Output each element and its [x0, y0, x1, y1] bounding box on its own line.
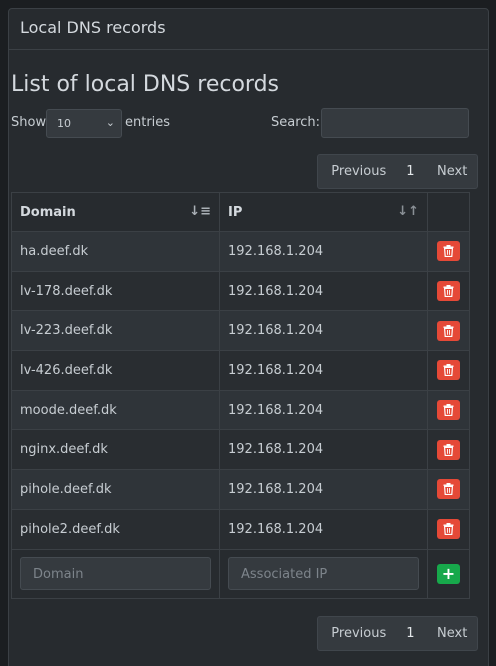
add-record-button[interactable]: +	[437, 563, 460, 584]
sort-icon: ↓↑	[397, 204, 419, 219]
previous-page-button[interactable]: Previous	[318, 626, 394, 641]
actions-cell	[427, 310, 470, 352]
add-record-row: Domain Associated IP +	[11, 548, 470, 599]
panel-title: Local DNS records	[9, 9, 488, 50]
dns-records-table: Domain ↓≡ IP ↓↑ ha.deef.dk 192.168.1.204 l…	[11, 192, 470, 599]
ip-cell: 192.168.1.204	[219, 270, 428, 312]
ip-cell: 192.168.1.204	[219, 310, 428, 352]
show-label: Show	[11, 115, 47, 130]
ip-cell: 192.168.1.204	[219, 231, 428, 272]
delete-record-button[interactable]	[437, 281, 460, 302]
column-header-domain[interactable]: Domain ↓≡	[11, 192, 220, 232]
column-header-ip[interactable]: IP ↓↑	[219, 192, 428, 232]
actions-cell	[427, 350, 470, 391]
page-1-button[interactable]: 1	[394, 626, 428, 641]
next-page-button[interactable]: Next	[427, 626, 477, 641]
trash-icon-svg	[443, 324, 454, 337]
table-row: pihole.deef.dk 192.168.1.204	[11, 469, 470, 510]
column-header-domain-label: Domain	[20, 204, 76, 220]
delete-record-button[interactable]	[437, 519, 460, 540]
delete-record-button[interactable]	[437, 479, 460, 500]
actions-cell	[427, 231, 470, 272]
page-length-select[interactable]: 10 ⌄	[46, 109, 122, 138]
actions-cell	[427, 429, 470, 471]
delete-record-button[interactable]	[437, 241, 460, 262]
entries-label: entries	[125, 115, 171, 130]
page-length-value: 10	[57, 117, 71, 130]
search-input[interactable]	[321, 108, 469, 138]
ip-input[interactable]: Associated IP	[228, 557, 419, 590]
trash-icon-svg	[443, 523, 454, 536]
table-row: nginx.deef.dk 192.168.1.204	[11, 429, 470, 471]
trash-icon-svg	[443, 443, 454, 456]
ip-cell: 192.168.1.204	[219, 429, 428, 471]
actions-cell	[427, 508, 470, 550]
domain-cell: moode.deef.dk	[11, 389, 220, 431]
actions-cell	[427, 270, 470, 312]
sort-ascending-icon: ↓≡	[189, 204, 211, 219]
table-row: moode.deef.dk 192.168.1.204	[11, 389, 470, 431]
search-label: Search:	[271, 115, 321, 130]
domain-cell: lv-178.deef.dk	[11, 270, 220, 312]
trash-icon-svg	[443, 285, 454, 298]
delete-record-button[interactable]	[437, 439, 460, 460]
delete-record-button[interactable]	[437, 320, 460, 341]
actions-cell	[427, 389, 470, 431]
table-row: ha.deef.dk 192.168.1.204	[11, 231, 470, 272]
table-row: lv-223.deef.dk 192.168.1.204	[11, 310, 470, 352]
trash-icon-svg	[443, 483, 454, 496]
pagination-top: Previous 1 Next	[317, 154, 478, 189]
ip-cell: 192.168.1.204	[219, 508, 428, 550]
pagination-bottom: Previous 1 Next	[317, 616, 478, 651]
delete-record-button[interactable]	[437, 400, 460, 421]
domain-cell: pihole.deef.dk	[11, 469, 220, 510]
domain-cell: ha.deef.dk	[11, 231, 220, 272]
delete-record-button[interactable]	[437, 360, 460, 381]
chevron-down-icon: ⌄	[105, 116, 115, 129]
domain-cell: pihole2.deef.dk	[11, 508, 220, 550]
next-page-button[interactable]: Next	[427, 164, 477, 179]
add-action-cell: +	[427, 548, 470, 599]
add-domain-cell: Domain	[11, 548, 220, 599]
ip-cell: 192.168.1.204	[219, 389, 428, 431]
ip-cell: 192.168.1.204	[219, 350, 428, 391]
domain-cell: lv-223.deef.dk	[11, 310, 220, 352]
domain-cell: nginx.deef.dk	[11, 429, 220, 471]
ip-cell: 192.168.1.204	[219, 469, 428, 510]
previous-page-button[interactable]: Previous	[318, 164, 394, 179]
table-controls: Show 10 ⌄ entries Search:	[11, 108, 471, 140]
trash-icon-svg	[443, 245, 454, 258]
plus-icon: +	[441, 563, 456, 583]
domain-input[interactable]: Domain	[20, 557, 211, 590]
add-ip-cell: Associated IP	[219, 548, 428, 599]
trash-icon-svg	[443, 364, 454, 377]
page-title: List of local DNS records	[11, 72, 279, 97]
column-header-actions	[427, 192, 470, 232]
domain-cell: lv-426.deef.dk	[11, 350, 220, 391]
table-row: lv-426.deef.dk 192.168.1.204	[11, 350, 470, 391]
column-header-ip-label: IP	[228, 204, 243, 220]
page-1-button[interactable]: 1	[394, 164, 428, 179]
actions-cell	[427, 469, 470, 510]
table-row: pihole2.deef.dk 192.168.1.204	[11, 508, 470, 550]
table-row: lv-178.deef.dk 192.168.1.204	[11, 270, 470, 312]
trash-icon-svg	[443, 404, 454, 417]
